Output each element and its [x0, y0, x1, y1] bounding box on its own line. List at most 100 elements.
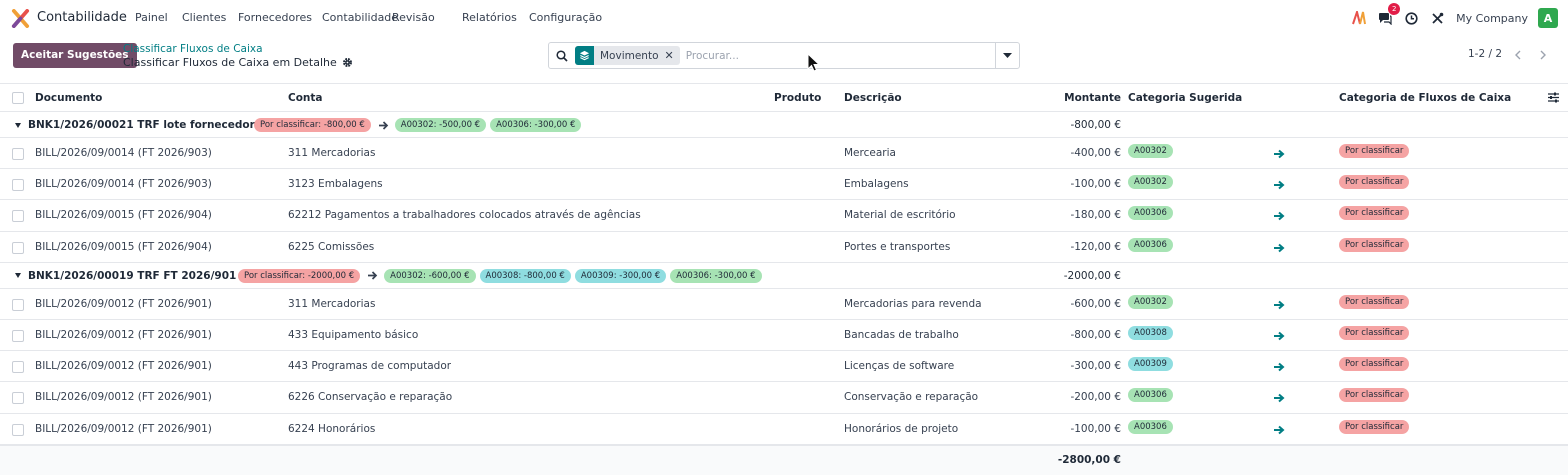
cashflow-category-badge[interactable]: Por classificar — [1339, 326, 1410, 340]
accounting-app-icon[interactable] — [11, 9, 30, 28]
row-checkbox[interactable] — [12, 392, 24, 405]
apply-suggestion-arrow-icon[interactable] — [1274, 300, 1286, 312]
company-switcher[interactable]: My Company — [1456, 12, 1528, 25]
conta-cell[interactable]: 6226 Conservação e reparação — [288, 391, 452, 403]
caret-down-icon[interactable] — [15, 122, 21, 128]
documento-cell[interactable]: BILL/2026/09/0012 (FT 2026/901) — [35, 329, 212, 341]
descricao-cell[interactable]: Portes e transportes — [844, 241, 950, 253]
cashflow-category-badge[interactable]: Por classificar — [1339, 206, 1410, 221]
column-header-conta[interactable]: Conta — [288, 92, 323, 104]
conta-cell[interactable]: 443 Programas de computador — [288, 360, 451, 372]
table-row[interactable]: BILL/2026/09/0012 (FT 2026/901) 311 Merca… — [0, 289, 1568, 320]
group-row[interactable]: BNK1/2026/00019 TRF FT 2026/901 (5) Por c… — [0, 263, 1568, 289]
descricao-cell[interactable]: Mercadorias para revenda — [844, 298, 982, 310]
conta-cell[interactable]: 62212 Pagamentos a trabalhadores colocad… — [288, 209, 641, 221]
documento-cell[interactable]: BILL/2026/09/0012 (FT 2026/901) — [35, 298, 212, 310]
table-row[interactable]: BILL/2026/09/0014 (FT 2026/903) 311 Merca… — [0, 138, 1568, 170]
column-header-categoria-sugerida[interactable]: Categoria Sugerida — [1128, 92, 1242, 104]
row-checkbox[interactable] — [12, 210, 24, 223]
descricao-cell[interactable]: Mercearia — [844, 147, 896, 159]
documento-cell[interactable]: BILL/2026/09/0012 (FT 2026/901) — [35, 360, 212, 372]
search-options-toggle[interactable] — [995, 43, 1019, 68]
gear-icon[interactable] — [342, 57, 353, 68]
descricao-cell[interactable]: Licenças de software — [844, 360, 954, 372]
documento-cell[interactable]: BILL/2026/09/0015 (FT 2026/904) — [35, 209, 212, 221]
documento-cell[interactable]: BILL/2026/09/0012 (FT 2026/901) — [35, 391, 212, 403]
group-row[interactable]: BNK1/2026/00021 TRF lote fornecedor (4) P… — [0, 112, 1568, 138]
facet-close-icon[interactable]: ✕ — [665, 49, 680, 62]
search-input[interactable] — [685, 49, 986, 62]
descricao-cell[interactable]: Embalagens — [844, 178, 909, 190]
column-header-documento[interactable]: Documento — [35, 92, 102, 104]
conta-cell[interactable]: 433 Equipamento básico — [288, 329, 418, 341]
group-title[interactable]: BNK1/2026/00021 TRF lote fornecedor (4) — [15, 119, 275, 131]
table-row[interactable]: BILL/2026/09/0015 (FT 2026/904) 6225 Comi… — [0, 232, 1568, 263]
montante-cell[interactable]: -180,00 € — [1040, 209, 1121, 221]
row-checkbox[interactable] — [12, 241, 24, 254]
column-header-produto[interactable]: Produto — [774, 92, 821, 104]
caret-down-icon[interactable] — [15, 273, 21, 279]
cashflow-category-badge[interactable]: Por classificar — [1339, 388, 1410, 403]
chat-icon[interactable]: 2 — [1376, 3, 1401, 27]
cashflow-category-badge[interactable]: Por classificar — [1339, 175, 1410, 190]
row-checkbox[interactable] — [12, 361, 24, 374]
column-header-descricao[interactable]: Descrição — [844, 92, 902, 104]
group-title[interactable]: BNK1/2026/00019 TRF FT 2026/901 (5) — [15, 270, 257, 282]
pager-previous-button[interactable] — [1506, 44, 1528, 66]
pager-next-button[interactable] — [1532, 44, 1554, 66]
apply-suggestion-arrow-icon[interactable] — [1274, 425, 1286, 437]
row-checkbox[interactable] — [12, 148, 24, 160]
montante-cell[interactable]: -400,00 € — [1040, 147, 1121, 159]
table-row[interactable]: BILL/2026/09/0012 (FT 2026/901) 443 Progr… — [0, 351, 1568, 383]
conta-cell[interactable]: 311 Mercadorias — [288, 147, 375, 159]
row-checkbox[interactable] — [12, 179, 24, 192]
table-row[interactable]: BILL/2026/09/0012 (FT 2026/901) 6226 Cons… — [0, 382, 1568, 414]
table-row[interactable]: BILL/2026/09/0012 (FT 2026/901) 433 Equip… — [0, 320, 1568, 352]
accept-suggestions-button[interactable]: Aceitar Sugestões — [13, 43, 137, 68]
table-row[interactable]: BILL/2026/09/0012 (FT 2026/901) 6224 Hono… — [0, 414, 1568, 445]
cashflow-category-badge[interactable]: Por classificar — [1339, 237, 1410, 252]
documento-cell[interactable]: BILL/2026/09/0014 (FT 2026/903) — [35, 178, 212, 190]
conta-cell[interactable]: 6224 Honorários — [288, 423, 375, 435]
ai-assistant-icon[interactable] — [1350, 9, 1368, 27]
apply-suggestion-arrow-icon[interactable] — [1274, 362, 1286, 374]
app-name[interactable]: Contabilidade — [37, 10, 127, 25]
montante-cell[interactable]: -100,00 € — [1040, 423, 1121, 435]
menu-item-fornecedores[interactable]: Fornecedores — [238, 11, 312, 24]
pager-value[interactable]: 1-2 / 2 — [1468, 48, 1502, 60]
descricao-cell[interactable]: Honorários de projeto — [844, 423, 958, 435]
montante-cell[interactable]: -200,00 € — [1040, 391, 1121, 403]
montante-cell[interactable]: -300,00 € — [1040, 360, 1121, 372]
table-row[interactable]: BILL/2026/09/0015 (FT 2026/904) 62212 Pag… — [0, 200, 1568, 232]
conta-cell[interactable]: 311 Mercadorias — [288, 298, 375, 310]
documento-cell[interactable]: BILL/2026/09/0014 (FT 2026/903) — [35, 147, 212, 159]
menu-item-clientes[interactable]: Clientes — [182, 11, 226, 24]
apply-suggestion-arrow-icon[interactable] — [1274, 149, 1286, 161]
menu-item-relatorios[interactable]: Relatórios — [462, 11, 517, 24]
descricao-cell[interactable]: Conservação e reparação — [844, 391, 978, 403]
montante-cell[interactable]: -100,00 € — [1040, 178, 1121, 190]
documento-cell[interactable]: BILL/2026/09/0015 (FT 2026/904) — [35, 241, 212, 253]
descricao-cell[interactable]: Material de escritório — [844, 209, 956, 221]
row-checkbox[interactable] — [12, 423, 24, 436]
menu-item-revisao[interactable]: Revisão — [392, 11, 435, 24]
activity-clock-icon[interactable] — [1402, 9, 1420, 27]
apply-suggestion-arrow-icon[interactable] — [1274, 243, 1286, 255]
conta-cell[interactable]: 3123 Embalagens — [288, 178, 383, 190]
search-icon[interactable] — [549, 43, 575, 68]
breadcrumb-parent[interactable]: Classificar Fluxos de Caixa — [123, 43, 263, 55]
apply-suggestion-arrow-icon[interactable] — [1274, 393, 1286, 405]
tools-icon[interactable] — [1428, 9, 1446, 27]
cashflow-category-badge[interactable]: Por classificar — [1339, 357, 1410, 372]
cashflow-category-badge[interactable]: Por classificar — [1339, 419, 1410, 434]
row-checkbox[interactable] — [12, 330, 24, 342]
apply-suggestion-arrow-icon[interactable] — [1274, 211, 1286, 223]
column-header-montante[interactable]: Montante — [1040, 92, 1121, 104]
menu-item-painel[interactable]: Painel — [135, 11, 168, 24]
cashflow-category-badge[interactable]: Por classificar — [1339, 294, 1410, 309]
select-all-checkbox[interactable] — [12, 92, 24, 104]
descricao-cell[interactable]: Bancadas de trabalho — [844, 329, 959, 341]
table-row[interactable]: BILL/2026/09/0014 (FT 2026/903) 3123 Emba… — [0, 169, 1568, 201]
conta-cell[interactable]: 6225 Comissões — [288, 241, 374, 253]
user-avatar[interactable]: A — [1538, 8, 1558, 28]
